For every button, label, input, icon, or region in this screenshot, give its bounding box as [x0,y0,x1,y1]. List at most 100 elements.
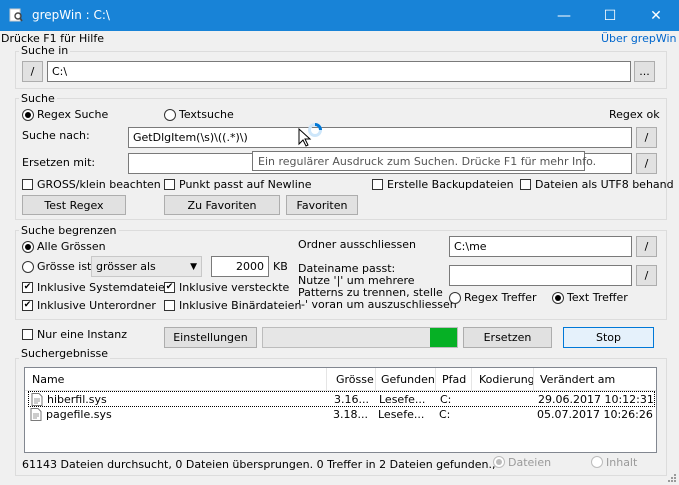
size-operator-select[interactable]: grösser als ▼ [91,256,202,277]
find-slash-button[interactable]: / [636,127,657,148]
title-bar: grepWin : C:\ — ☐ ✕ [0,0,679,31]
all-sizes-label: Alle Grössen [37,240,106,253]
browse-button[interactable]: ... [634,61,655,82]
files-view-label: Dateien [508,456,552,469]
single-instance-checkbox[interactable] [22,329,33,340]
case-sensitive-checkbox[interactable] [22,179,33,190]
results-list[interactable]: Name Grösse Gefunden Pfad Kodierung Verä… [24,367,657,453]
column-header-size[interactable]: Grösse [336,373,374,386]
subfolders-checkbox[interactable]: ✔ [22,300,33,311]
column-header-modified[interactable]: Verändert am [540,373,615,386]
system-files-label: Inklusive Systemdateien [37,281,172,294]
file-name: hiberfil.sys [47,393,107,406]
minimize-button[interactable]: — [541,0,587,31]
regex-status: Regex ok [609,108,660,121]
file-icon [30,408,42,421]
find-label: Suche nach: [22,129,90,142]
exclude-slash-button[interactable]: / [636,236,657,257]
regex-match-radio[interactable] [449,292,461,304]
limits-group-label: Suche begrenzen [19,224,119,237]
replace-label: Ersetzen mit: [22,156,96,169]
busy-indicator-icon [308,123,322,137]
text-search-label: Textsuche [179,108,234,121]
chevron-down-icon: ▼ [190,261,197,272]
single-instance-label: Nur eine Instanz [37,328,128,341]
file-icon [31,393,43,406]
column-header-matches[interactable]: Gefunden [381,373,435,386]
settings-button[interactable]: Einstellungen [164,327,257,348]
utf8-label: Dateien als UTF8 behand [535,178,674,191]
file-modified: 29.06.2017 10:12:31 [538,393,654,406]
file-path: C: [439,408,451,421]
close-icon: ✕ [650,7,662,24]
text-match-radio[interactable] [552,292,564,304]
filename-help-line: '-' voran um auszuschliessen [298,298,457,311]
maximize-icon: ☐ [603,7,617,24]
backup-files-checkbox[interactable] [372,179,383,190]
regex-search-radio[interactable] [22,109,34,121]
dot-newline-checkbox[interactable] [164,179,175,190]
filename-slash-button[interactable]: / [636,265,657,286]
exclude-dirs-label: Ordner ausschliessen [298,238,417,251]
replace-button[interactable]: Ersetzen [463,327,552,348]
hidden-files-label: Inklusive versteckte [179,281,290,294]
find-tooltip: Ein regulärer Ausdruck zum Suchen. Drück… [252,151,596,171]
test-regex-button[interactable]: Test Regex [22,195,126,215]
search-path-input[interactable]: C:\ [47,61,631,82]
files-view-radio[interactable] [493,456,505,468]
size-is-radio[interactable] [22,261,34,273]
binary-files-label: Inklusive Binärdateien [179,299,302,312]
subfolders-label: Inklusive Unterordner [37,299,156,312]
results-header: Name Grösse Gefunden Pfad Kodierung Verä… [25,368,656,391]
search-in-slash-button[interactable]: / [22,61,43,82]
search-in-label: Suche in [19,44,71,57]
size-value-input[interactable]: 2000 [211,256,269,277]
progress-fill [429,328,457,347]
regex-search-label: Regex Suche [37,108,109,121]
table-row[interactable]: hiberfil.sys 3.16... Lesefe... C: 29.06.… [28,391,655,407]
column-header-name[interactable]: Name [32,373,64,386]
text-match-label: Text Treffer [567,291,628,304]
progress-bar [262,327,458,348]
file-matches: Lesefe... [379,393,426,406]
content-view-radio[interactable] [591,456,603,468]
about-link[interactable]: Über grepWin [601,32,677,45]
file-path: C: [440,393,452,406]
text-search-radio[interactable] [164,109,176,121]
results-group-label: Suchergebnisse [19,347,111,360]
column-header-encoding[interactable]: Kodierung [479,373,535,386]
hidden-files-checkbox[interactable]: ✔ [164,282,175,293]
minimize-icon: — [557,7,571,24]
resize-grip-icon[interactable] [665,471,677,483]
content-view-label: Inhalt [606,456,638,469]
file-size: 3.16... [334,393,369,406]
file-matches: Lesefe... [378,408,425,421]
all-sizes-radio[interactable] [22,241,34,253]
size-is-label: Grösse ist [37,260,92,273]
maximize-button[interactable]: ☐ [587,0,633,31]
dot-newline-label: Punkt passt auf Newline [179,178,312,191]
case-sensitive-label: GROSS/klein beachten [37,178,161,191]
file-name: pagefile.sys [46,408,112,421]
stop-button[interactable]: Stop [563,327,654,348]
add-favorite-button[interactable]: Zu Favoriten [164,195,280,215]
utf8-checkbox[interactable] [520,179,531,190]
exclude-dirs-input[interactable]: C:\me [449,236,632,257]
status-text: 61143 Dateien durchsucht, 0 Dateien über… [22,458,496,471]
binary-files-checkbox[interactable] [164,300,175,311]
column-header-path[interactable]: Pfad [442,373,466,386]
file-modified: 05.07.2017 10:26:26 [537,408,653,421]
grepwin-app-icon [9,8,23,22]
regex-match-label: Regex Treffer [464,291,537,304]
size-unit-label: KB [273,260,288,273]
search-group-label: Suche [19,92,57,105]
filename-pattern-input[interactable] [449,265,632,286]
file-size: 3.18... [333,408,368,421]
close-button[interactable]: ✕ [633,0,679,31]
find-input[interactable]: GetDlgItem(\s)\((.*)\) [128,127,632,148]
table-row[interactable]: pagefile.sys 3.18... Lesefe... C: 05.07.… [28,407,655,423]
system-files-checkbox[interactable]: ✔ [22,282,33,293]
replace-slash-button[interactable]: / [636,153,657,174]
favorites-button[interactable]: Favoriten [286,195,358,215]
backup-files-label: Erstelle Backupdateien [387,178,514,191]
